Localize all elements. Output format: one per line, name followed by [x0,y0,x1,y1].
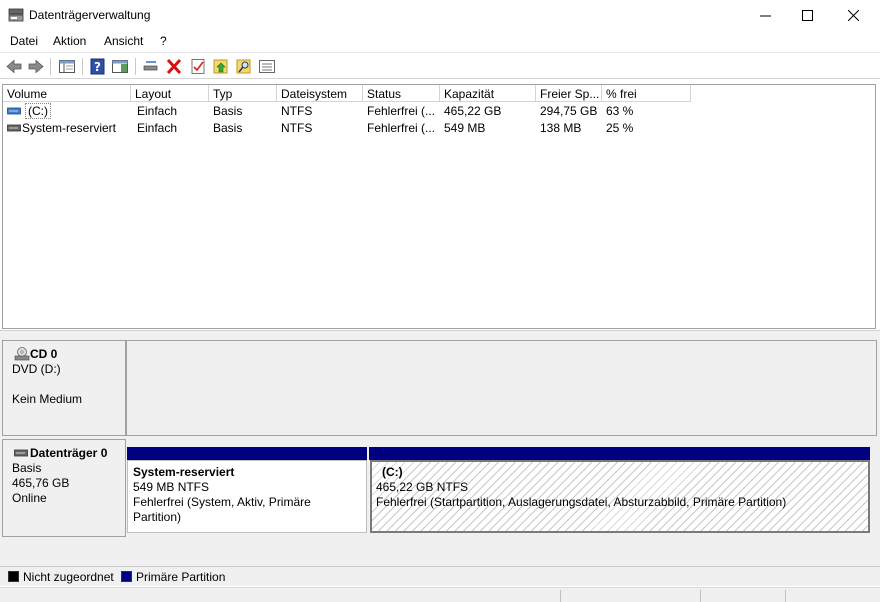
disk-media-status: Kein Medium [12,392,83,406]
connect-disk-icon[interactable] [142,58,160,75]
column-prozent-frei[interactable]: % frei [602,85,691,102]
hard-disk-icon [14,449,28,457]
table-row[interactable]: System-reserviert Einfach Basis NTFS Feh… [3,120,875,137]
menu-help[interactable]: ? [160,34,167,48]
checklist-icon[interactable] [189,58,207,75]
legend-label-unallocated: Nicht zugeordnet [23,570,114,584]
partition-bar-system-reserved [127,447,367,460]
disk-size: 465,76 GB [12,476,70,490]
column-kapazitaet[interactable]: Kapazität [440,85,536,102]
disk-drive-letter: DVD (D:) [12,362,61,376]
disk-label-disk0[interactable]: Datenträger 0 Basis 465,76 GB Online [2,439,126,537]
status-bar-separator [560,590,561,602]
partition-status: Fehlerfrei (Startpartition, Auslagerungs… [376,495,787,509]
cell-freier-speicher: 294,75 GB [540,104,598,118]
cell-dateisystem: NTFS [281,104,313,118]
cell-volume: System-reserviert [22,121,117,135]
volume-drive-icon [7,107,21,115]
legend-swatch-primary [121,571,132,582]
column-typ[interactable]: Typ [209,85,277,102]
toolbar: ? [0,52,880,79]
menu-bar: Datei Aktion Ansicht ? [0,31,880,51]
status-bar [0,587,880,602]
table-row[interactable]: (C:) Einfach Basis NTFS Fehlerfrei (... … [3,103,875,120]
cell-dateisystem: NTFS [281,121,313,135]
title-bar: Datenträgerverwaltung [0,0,880,30]
cell-prozent-frei: 25 % [606,121,634,135]
disk-row-disk0: Datenträger 0 Basis 465,76 GB Online Sys… [2,439,877,537]
disk-graphical-view: CD 0 DVD (D:) Kein Medium Datenträger 0 … [0,336,880,566]
cell-volume: (C:) [25,103,51,119]
cd-drive-icon [14,347,30,361]
svg-text:?: ? [94,60,101,74]
partition-name: (C:) [382,465,403,479]
cell-prozent-frei: 63 % [606,104,634,118]
cell-layout: Einfach [137,104,178,118]
back-arrow-icon[interactable] [5,58,23,75]
partition-c[interactable]: (C:) 465,22 GB NTFS Fehlerfrei (Startpar… [370,460,870,533]
folder-search-icon[interactable] [235,58,253,75]
help-icon[interactable]: ? [89,58,107,75]
delete-icon[interactable] [165,58,183,75]
disk-row-cd0: CD 0 DVD (D:) Kein Medium [2,340,877,436]
properties-pane-icon[interactable] [111,58,129,75]
disk-label-cd0[interactable]: CD 0 DVD (D:) Kein Medium [2,340,126,436]
partition-name: System-reserviert [133,465,235,479]
maximize-button[interactable] [784,0,830,30]
console-tree-icon[interactable] [58,58,76,75]
toolbar-separator [82,58,83,75]
disk-area-disk0: System-reserviert 549 MB NTFS Fehlerfrei… [126,439,877,537]
menu-datei[interactable]: Datei [10,34,38,48]
close-icon [847,9,859,21]
menu-aktion[interactable]: Aktion [53,34,86,48]
partition-status: Fehlerfrei (System, Aktiv, Primäre Parti… [133,495,311,524]
partition-system-reserved[interactable]: System-reserviert 549 MB NTFS Fehlerfrei… [127,460,367,533]
column-layout[interactable]: Layout [131,85,209,102]
status-bar-separator [785,590,786,602]
partition-size: 549 MB NTFS [133,480,210,494]
column-dateisystem[interactable]: Dateisystem [277,85,363,102]
disk-title: CD 0 [30,347,58,361]
status-bar-separator [700,590,701,602]
partition-bar-c [369,447,870,460]
toolbar-separator [135,58,136,75]
column-freier-speicher[interactable]: Freier Sp... [536,85,602,102]
partition-size: 465,22 GB NTFS [376,480,469,494]
menu-ansicht[interactable]: Ansicht [104,34,143,48]
cell-status: Fehlerfrei (... [367,121,436,135]
cell-typ: Basis [213,121,243,135]
column-status[interactable]: Status [363,85,440,102]
disk-management-app-icon [8,8,24,22]
window-title: Datenträgerverwaltung [29,8,151,22]
forward-arrow-icon[interactable] [27,58,45,75]
column-volume[interactable]: Volume [3,85,131,102]
maximize-icon [801,9,813,21]
disk-type: Basis [12,461,42,475]
disk-title: Datenträger 0 [30,446,108,460]
volume-list: Volume Layout Typ Dateisystem Status Kap… [2,84,876,329]
disk-state: Online [12,491,47,505]
legend-bar: Nicht zugeordnet Primäre Partition [0,566,880,586]
cell-kapazitaet: 549 MB [444,121,486,135]
toolbar-separator [50,58,51,75]
cell-status: Fehlerfrei (... [367,104,436,118]
cell-freier-speicher: 138 MB [540,121,582,135]
list-view-icon[interactable] [258,58,276,75]
disk-area-cd0 [126,340,877,436]
close-button[interactable] [830,0,876,30]
minimize-icon [759,15,771,16]
legend-swatch-unallocated [8,571,19,582]
folder-up-icon[interactable] [212,58,230,75]
minimize-button[interactable] [742,0,788,30]
cell-kapazitaet: 465,22 GB [444,104,502,118]
volume-drive-icon [7,124,21,132]
cell-typ: Basis [213,104,243,118]
legend-label-primary: Primäre Partition [136,570,226,584]
cell-layout: Einfach [137,121,178,135]
